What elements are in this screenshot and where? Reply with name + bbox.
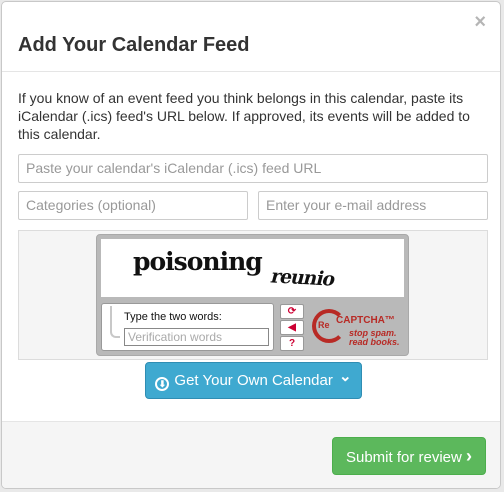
close-icon[interactable]: ×	[474, 12, 486, 32]
verification-input[interactable]: Verification words	[124, 328, 269, 346]
recaptcha-widget: poisoning reunio Type the two words: Ver…	[96, 234, 409, 356]
dialog-title: Add Your Calendar Feed	[18, 34, 250, 56]
categories-input[interactable]: Categories (optional)	[18, 191, 248, 220]
add-calendar-feed-dialog: × Add Your Calendar Feed If you know of …	[1, 1, 501, 489]
captcha-challenge-image: poisoning reunio	[101, 239, 404, 297]
tagline-line-2: read books.	[349, 337, 400, 347]
recaptcha-brand: CAPTCHA™	[336, 315, 395, 326]
recaptcha-tagline: stop spam. read books.	[349, 329, 400, 347]
header-divider	[2, 71, 500, 72]
help-icon[interactable]: ?	[280, 336, 304, 351]
intro-text: If you know of an event feed you think b…	[18, 90, 470, 142]
captcha-word-2: reunio	[268, 265, 338, 291]
get-own-calendar-label: Get Your Own Calendar	[174, 372, 333, 389]
refresh-icon[interactable]: ⟳	[280, 304, 304, 319]
feed-url-input[interactable]: Paste your calendar's iCalendar (.ics) f…	[18, 154, 488, 183]
email-input[interactable]: Enter your e-mail address	[258, 191, 488, 220]
chevron-down-icon: ⌄	[339, 368, 352, 385]
chevron-right-icon: ›	[466, 446, 473, 466]
recaptcha-logo: Re CAPTCHA™ stop spam. read books.	[312, 305, 405, 351]
captcha-word-1: poisoning	[133, 247, 263, 276]
download-circle-icon: ⬇	[155, 377, 170, 391]
captcha-answer-box: Type the two words: Verification words	[101, 303, 274, 351]
submit-for-review-button[interactable]: Submit for review ›	[332, 437, 486, 475]
recaptcha-re: Re	[318, 320, 330, 330]
dialog-footer: Submit for review ›	[2, 421, 500, 488]
arrow-icon	[110, 306, 120, 338]
submit-label: Submit for review	[345, 449, 462, 466]
get-own-calendar-button[interactable]: ⬇ Get Your Own Calendar ⌄	[145, 362, 362, 399]
captcha-prompt: Type the two words:	[124, 311, 222, 323]
audio-icon[interactable]: ◀	[280, 320, 304, 335]
